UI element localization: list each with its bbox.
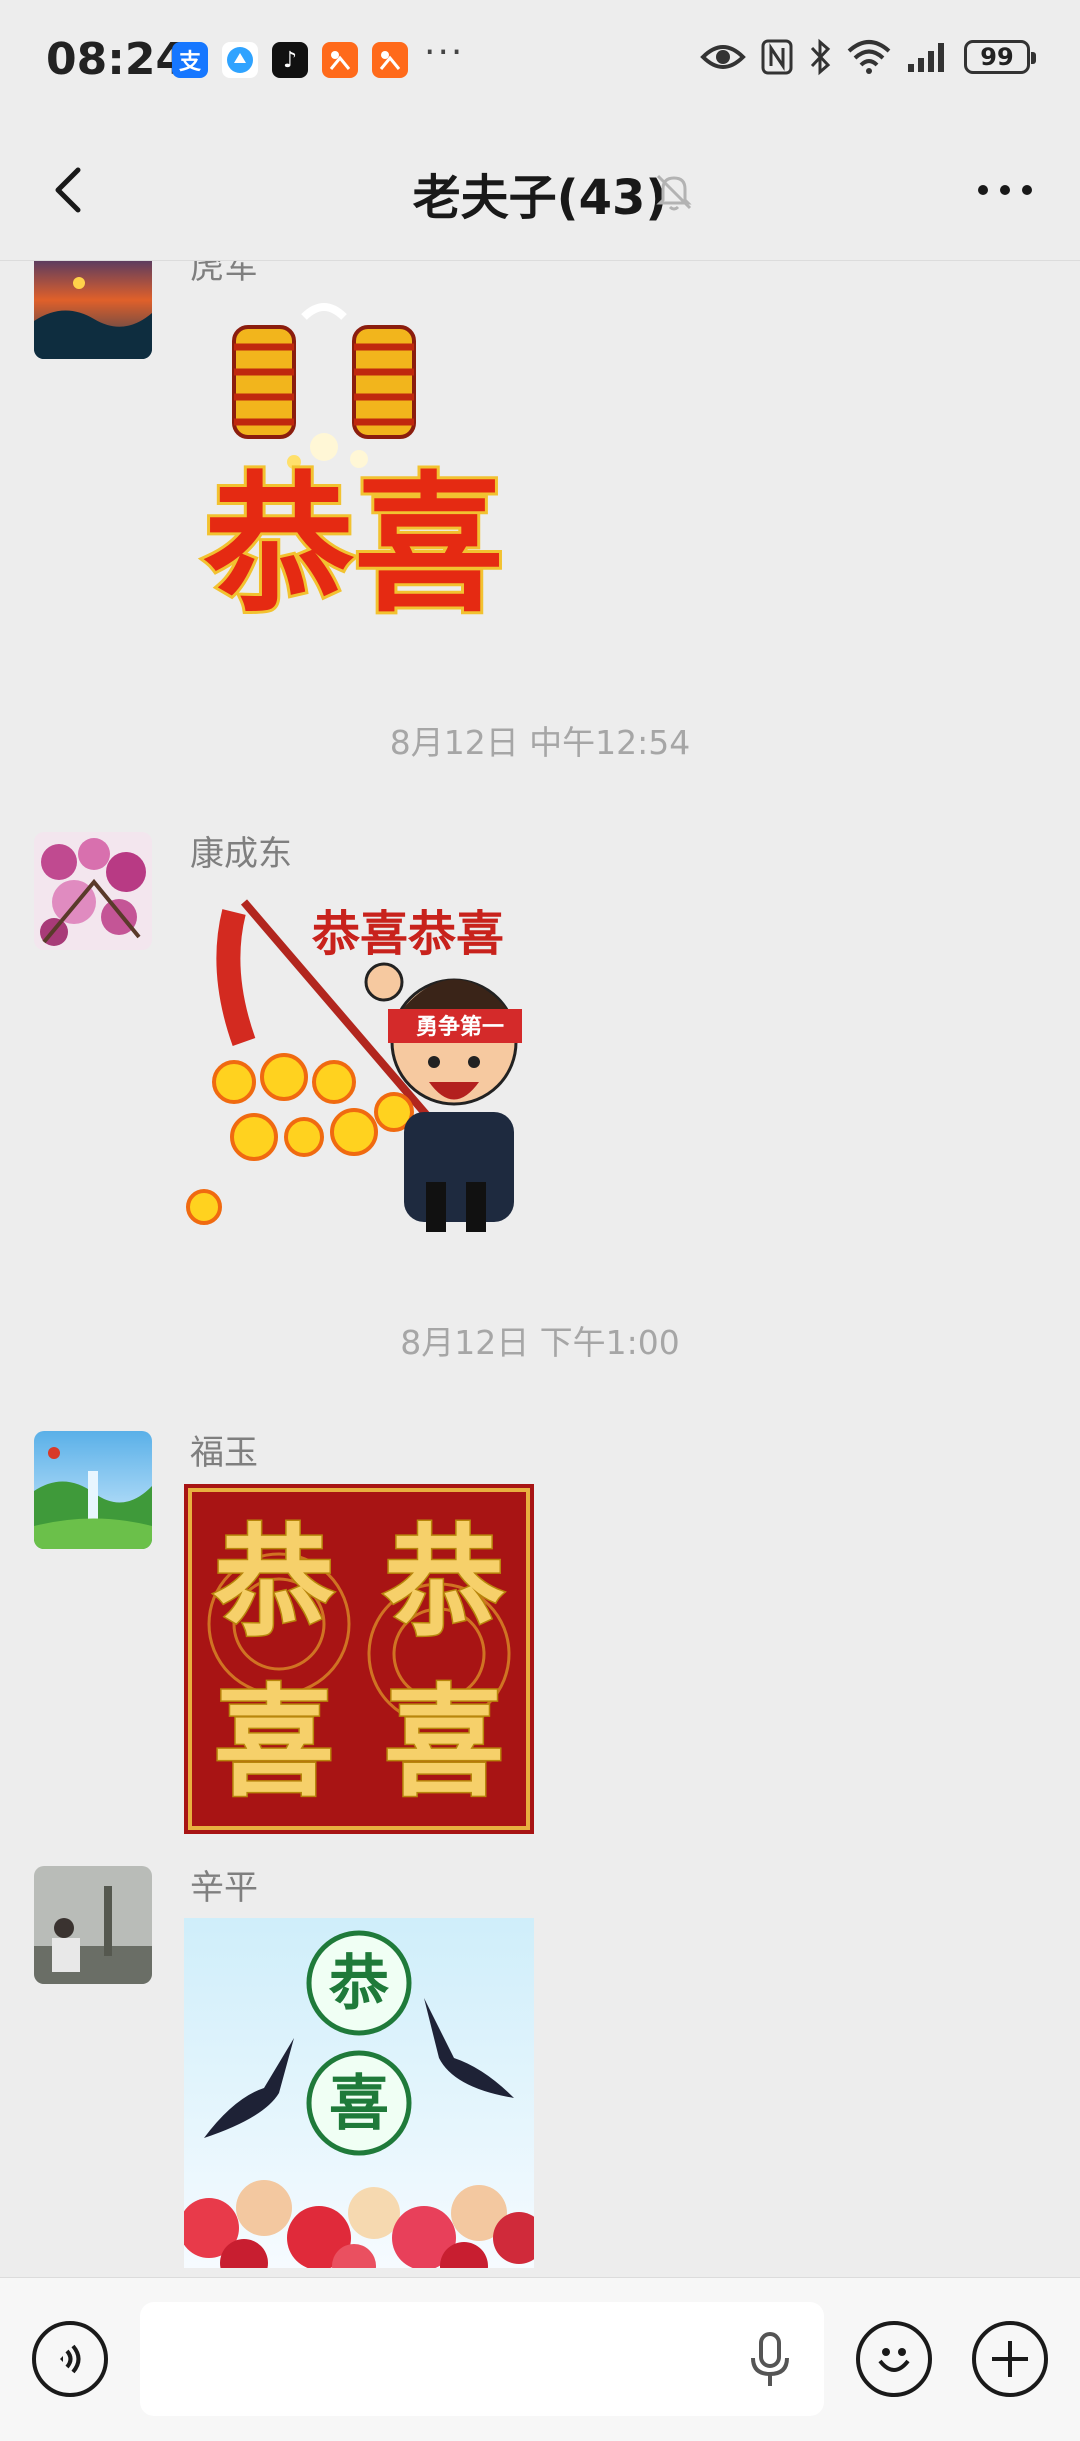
avatar[interactable] bbox=[34, 1431, 152, 1549]
sender-name: 辛平 bbox=[190, 1868, 258, 1908]
sticker-caption: 恭喜 bbox=[203, 461, 504, 627]
timestamp: 8月12日 中午12:54 bbox=[389, 723, 691, 762]
smiley-icon bbox=[878, 2348, 910, 2372]
signal-icon bbox=[908, 43, 944, 72]
status-time: 08:24 bbox=[46, 34, 187, 85]
system-icons: 99 bbox=[700, 38, 1036, 76]
sticker-image[interactable]: 恭喜 bbox=[184, 297, 524, 627]
taobao-icon-2 bbox=[372, 42, 408, 78]
more-options-button[interactable] bbox=[970, 160, 1040, 220]
voice-icon bbox=[60, 2344, 81, 2374]
chat-header: 老夫子(43) bbox=[0, 120, 1080, 261]
eye-icon bbox=[700, 45, 746, 69]
sender-name: 虎军 bbox=[190, 261, 258, 287]
avatar[interactable] bbox=[34, 1866, 152, 1984]
battery-icon: 99 bbox=[964, 40, 1036, 74]
sticker-char: 恭 bbox=[213, 1516, 335, 1650]
chat-messages[interactable]: 虎军 恭喜 8月12日 中午12:54 康成东 恭喜恭喜 勇争第一 8月12日 … bbox=[0, 261, 1080, 2276]
emoji-button[interactable] bbox=[856, 2321, 932, 2397]
taobao-icon bbox=[322, 42, 358, 78]
mute-bell-icon bbox=[656, 174, 692, 211]
notification-icons: 支 ♪ bbox=[172, 42, 408, 78]
browser-icon bbox=[222, 42, 258, 78]
sticker-image[interactable]: 恭喜恭喜 勇争第一 bbox=[184, 882, 544, 1232]
voice-toggle-button[interactable] bbox=[32, 2321, 108, 2397]
status-bar: 08:24 支 ♪ ··· 99 bbox=[0, 0, 1080, 120]
tiktok-icon: ♪ bbox=[272, 42, 308, 78]
plus-icon bbox=[992, 2341, 1028, 2377]
sticker-char: 喜 bbox=[214, 1676, 334, 1810]
sticker-image[interactable]: 恭 恭 喜 喜 bbox=[184, 1484, 534, 1834]
sticker-image[interactable]: 恭 喜 bbox=[184, 1918, 534, 2268]
sticker-caption: 恭喜恭喜 bbox=[311, 908, 504, 961]
avatar[interactable] bbox=[34, 832, 152, 950]
sender-name: 福玉 bbox=[190, 1433, 258, 1473]
sticker-char: 喜 bbox=[384, 1676, 504, 1810]
more-notifications-icon: ··· bbox=[424, 32, 465, 73]
message-input-bar bbox=[0, 2277, 1080, 2441]
sticker-char: 喜 bbox=[329, 2070, 389, 2137]
timestamp: 8月12日 下午1:00 bbox=[400, 1323, 680, 1362]
message-input[interactable] bbox=[140, 2302, 824, 2416]
sticker-char: 恭 bbox=[328, 1950, 389, 2017]
alipay-icon: 支 bbox=[172, 42, 208, 78]
microphone-icon[interactable] bbox=[742, 2330, 798, 2390]
sender-name: 康成东 bbox=[190, 834, 292, 874]
sticker-char: 恭 bbox=[383, 1516, 505, 1650]
nfc-icon bbox=[761, 39, 793, 75]
chat-title: 老夫子(43) bbox=[412, 170, 668, 226]
more-actions-button[interactable] bbox=[972, 2321, 1048, 2397]
bluetooth-icon bbox=[810, 38, 831, 76]
headband-text: 勇争第一 bbox=[416, 1014, 504, 1039]
wifi-icon bbox=[847, 40, 891, 74]
avatar[interactable] bbox=[34, 261, 152, 359]
